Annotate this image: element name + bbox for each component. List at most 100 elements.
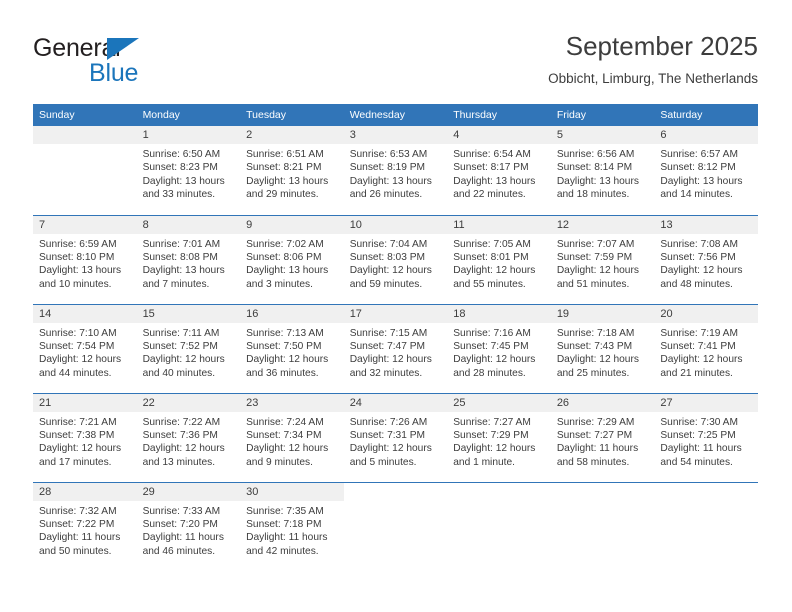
calendar-day-cell[interactable]: 6 Sunrise: 6:57 AM Sunset: 8:12 PM Daylight… <box>654 126 758 215</box>
calendar-day-cell[interactable]: 9 Sunrise: 7:02 AM Sunset: 8:06 PM Daylight… <box>240 214 344 304</box>
day-cell-inner: 2 Sunrise: 6:51 AM Sunset: 8:21 PM Daylight… <box>240 126 344 215</box>
calendar-day-cell[interactable]: 29 Sunrise: 7:33 AM Sunset: 7:20 PM Dayligh… <box>136 481 241 572</box>
calendar-day-cell[interactable]: 5 Sunrise: 6:56 AM Sunset: 8:14 PM Daylight… <box>550 126 655 215</box>
sunset-text: Sunset: 7:36 PM <box>142 429 218 441</box>
calendar-day-cell[interactable]: 10 Sunrise: 7:04 AM Sunset: 8:03 PM Dayligh… <box>343 214 448 304</box>
calendar-day-cell[interactable]: 14 Sunrise: 7:10 AM Sunset: 7:54 PM Dayligh… <box>33 303 137 393</box>
day-number: 13 <box>654 215 758 234</box>
daylight-text-line1: Daylight: 12 hours <box>142 354 225 366</box>
day-details: Sunrise: 6:59 AM Sunset: 8:10 PM Daylight:… <box>33 234 137 292</box>
calendar-day-cell[interactable]: 4 Sunrise: 6:54 AM Sunset: 8:17 PM Daylight… <box>447 126 551 215</box>
daylight-text-line2: and 28 minutes. <box>453 367 526 379</box>
sunset-text: Sunset: 7:29 PM <box>453 429 529 441</box>
day-cell-inner: 23 Sunrise: 7:24 AM Sunset: 7:34 PM Dayligh… <box>240 393 344 482</box>
day-number: 21 <box>33 393 137 412</box>
daylight-text-line1: Daylight: 13 hours <box>246 265 329 277</box>
day-cell-inner: 20 Sunrise: 7:19 AM Sunset: 7:41 PM Dayligh… <box>654 304 758 393</box>
daylight-text-line2: and 50 minutes. <box>39 545 112 557</box>
calendar-day-cell[interactable]: 30 Sunrise: 7:35 AM Sunset: 7:18 PM Dayligh… <box>240 481 344 572</box>
day-cell-inner: 27 Sunrise: 7:30 AM Sunset: 7:25 PM Dayligh… <box>654 393 758 482</box>
calendar-empty-cell <box>654 481 758 571</box>
calendar-week-row: 28 Sunrise: 7:32 AM Sunset: 7:22 PM Dayligh… <box>33 481 758 572</box>
calendar-day-cell[interactable]: 7 Sunrise: 6:59 AM Sunset: 8:10 PM Daylight… <box>33 214 137 304</box>
day-details: Sunrise: 7:15 AM Sunset: 7:47 PM Daylight:… <box>344 323 448 381</box>
calendar-day-cell[interactable]: 23 Sunrise: 7:24 AM Sunset: 7:34 PM Dayligh… <box>240 392 344 482</box>
calendar-day-cell[interactable]: 11 Sunrise: 7:05 AM Sunset: 8:01 PM Dayligh… <box>447 214 551 304</box>
sunrise-text: Sunrise: 6:59 AM <box>39 238 117 250</box>
day-details: Sunrise: 7:05 AM Sunset: 8:01 PM Daylight:… <box>447 234 551 292</box>
day-details: Sunrise: 7:24 AM Sunset: 7:34 PM Daylight:… <box>240 412 344 470</box>
day-cell-inner: 9 Sunrise: 7:02 AM Sunset: 8:06 PM Daylight… <box>240 215 344 304</box>
sunset-text: Sunset: 7:20 PM <box>142 518 218 530</box>
calendar-day-cell[interactable]: 22 Sunrise: 7:22 AM Sunset: 7:36 PM Dayligh… <box>136 392 241 482</box>
calendar-day-cell[interactable]: 28 Sunrise: 7:32 AM Sunset: 7:22 PM Dayligh… <box>33 481 137 571</box>
daylight-text-line1: Daylight: 12 hours <box>660 354 743 366</box>
day-details: Sunrise: 7:18 AM Sunset: 7:43 PM Daylight:… <box>551 323 655 381</box>
daylight-text-line2: and 1 minute. <box>453 456 515 468</box>
calendar-day-cell[interactable]: 27 Sunrise: 7:30 AM Sunset: 7:25 PM Dayligh… <box>654 392 758 482</box>
daylight-text-line1: Daylight: 12 hours <box>660 265 743 277</box>
sunset-text: Sunset: 7:47 PM <box>349 340 426 352</box>
calendar-day-cell[interactable]: 3 Sunrise: 6:53 AM Sunset: 8:19 PM Daylight… <box>343 126 448 215</box>
sunset-text: Sunset: 7:52 PM <box>142 340 218 352</box>
calendar-empty-cell <box>343 481 448 571</box>
day-number: 4 <box>447 126 551 144</box>
day-cell-inner: 29 Sunrise: 7:33 AM Sunset: 7:20 PM Dayligh… <box>136 482 241 572</box>
day-cell-inner: 11 Sunrise: 7:05 AM Sunset: 8:01 PM Dayligh… <box>447 215 551 304</box>
daylight-text-line2: and 17 minutes. <box>39 456 112 468</box>
calendar-day-cell[interactable]: 15 Sunrise: 7:11 AM Sunset: 7:52 PM Dayligh… <box>136 303 241 393</box>
daylight-text-line2: and 29 minutes. <box>246 189 319 201</box>
day-cell-inner: 1 Sunrise: 6:50 AM Sunset: 8:23 PM Daylight… <box>136 126 241 215</box>
daylight-text-line1: Daylight: 13 hours <box>453 175 536 187</box>
daylight-text-line2: and 10 minutes. <box>39 278 112 290</box>
calendar-day-cell[interactable]: 19 Sunrise: 7:18 AM Sunset: 7:43 PM Dayligh… <box>550 303 655 393</box>
calendar-empty-cell <box>33 126 137 215</box>
sunset-text: Sunset: 7:45 PM <box>453 340 529 352</box>
calendar-day-cell[interactable]: 17 Sunrise: 7:15 AM Sunset: 7:47 PM Dayligh… <box>343 303 448 393</box>
sunset-text: Sunset: 7:50 PM <box>246 340 322 352</box>
calendar-day-cell[interactable]: 12 Sunrise: 7:07 AM Sunset: 7:59 PM Dayligh… <box>550 214 655 304</box>
calendar-day-cell[interactable]: 21 Sunrise: 7:21 AM Sunset: 7:38 PM Dayligh… <box>33 392 137 482</box>
daylight-text-line2: and 42 minutes. <box>246 545 319 557</box>
calendar-day-cell[interactable]: 24 Sunrise: 7:26 AM Sunset: 7:31 PM Dayligh… <box>343 392 448 482</box>
day-number: 6 <box>654 126 758 144</box>
sunrise-text: Sunrise: 7:11 AM <box>142 327 220 339</box>
weekday-header-monday: Monday <box>136 104 241 126</box>
day-number <box>654 482 758 501</box>
calendar-day-cell[interactable]: 8 Sunrise: 7:01 AM Sunset: 8:08 PM Daylight… <box>136 214 241 304</box>
daylight-text-line2: and 58 minutes. <box>556 456 630 468</box>
sunrise-text: Sunrise: 7:29 AM <box>556 416 635 428</box>
sunrise-text: Sunrise: 7:19 AM <box>660 327 738 339</box>
daylight-text-line1: Daylight: 12 hours <box>39 354 122 366</box>
calendar-day-cell[interactable]: 1 Sunrise: 6:50 AM Sunset: 8:23 PM Daylight… <box>136 126 241 215</box>
daylight-text-line1: Daylight: 13 hours <box>660 175 743 187</box>
calendar-day-cell[interactable]: 16 Sunrise: 7:13 AM Sunset: 7:50 PM Dayligh… <box>240 303 344 393</box>
sunset-text: Sunset: 8:08 PM <box>142 251 218 263</box>
weekday-header-tuesday: Tuesday <box>240 104 344 126</box>
day-cell-inner: 25 Sunrise: 7:27 AM Sunset: 7:29 PM Dayligh… <box>447 393 551 482</box>
calendar-day-cell[interactable]: 26 Sunrise: 7:29 AM Sunset: 7:27 PM Dayligh… <box>550 392 655 482</box>
calendar-day-cell[interactable]: 25 Sunrise: 7:27 AM Sunset: 7:29 PM Dayligh… <box>447 392 551 482</box>
day-details: Sunrise: 7:07 AM Sunset: 7:59 PM Daylight:… <box>551 234 655 292</box>
calendar-day-cell[interactable]: 20 Sunrise: 7:19 AM Sunset: 7:41 PM Dayligh… <box>654 303 758 393</box>
day-number: 9 <box>240 215 344 234</box>
daylight-text-line1: Daylight: 12 hours <box>453 354 536 366</box>
day-number: 24 <box>343 393 448 412</box>
weekday-header-thursday: Thursday <box>447 104 551 126</box>
calendar-day-cell[interactable]: 13 Sunrise: 7:08 AM Sunset: 7:56 PM Dayligh… <box>654 214 758 304</box>
day-cell-inner: 30 Sunrise: 7:35 AM Sunset: 7:18 PM Dayligh… <box>240 482 344 572</box>
daylight-text-line2: and 33 minutes. <box>142 189 216 201</box>
daylight-text-line1: Daylight: 12 hours <box>349 443 432 455</box>
sunset-text: Sunset: 7:41 PM <box>660 340 736 352</box>
daylight-text-line2: and 32 minutes. <box>349 367 423 379</box>
day-details: Sunrise: 7:19 AM Sunset: 7:41 PM Daylight:… <box>654 323 758 381</box>
day-cell-inner: 21 Sunrise: 7:21 AM Sunset: 7:38 PM Dayligh… <box>33 393 137 482</box>
calendar-day-cell[interactable]: 18 Sunrise: 7:16 AM Sunset: 7:45 PM Dayligh… <box>447 303 551 393</box>
sunset-text: Sunset: 8:21 PM <box>246 162 322 174</box>
sunrise-text: Sunrise: 7:18 AM <box>556 327 635 339</box>
day-number: 30 <box>240 482 344 501</box>
calendar-day-cell[interactable]: 2 Sunrise: 6:51 AM Sunset: 8:21 PM Daylight… <box>240 126 344 215</box>
day-number: 16 <box>240 304 344 323</box>
day-number: 26 <box>550 393 655 412</box>
page-subtitle: Obbicht, Limburg, The Netherlands <box>548 71 758 86</box>
